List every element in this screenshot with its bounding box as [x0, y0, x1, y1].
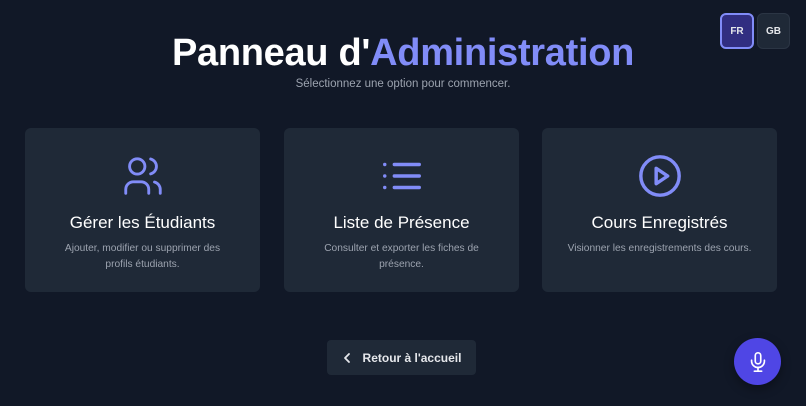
admin-panel-page: FR GB Panneau d'Administration Sélection…: [0, 0, 806, 406]
chevron-left-icon: [342, 352, 352, 364]
card-title: Liste de Présence: [333, 213, 470, 232]
page-title: Panneau d'Administration: [0, 32, 806, 75]
play-circle-icon: [637, 153, 683, 199]
card-attendance-list[interactable]: Liste de Présence Consulter et exporter …: [284, 128, 519, 292]
card-recorded-courses[interactable]: Cours Enregistrés Visionner les enregist…: [542, 128, 777, 292]
page-subtitle: Sélectionnez une option pour commencer.: [295, 78, 511, 90]
card-description: Visionner les enregistrements des cours.: [567, 243, 752, 254]
title-prefix: Panneau d': [171, 32, 371, 74]
title-accent: Administration: [370, 32, 635, 74]
card-description: Ajouter, modifier ou supprimer des profi…: [64, 243, 221, 270]
card-title: Cours Enregistrés: [591, 213, 728, 232]
card-title: Gérer les Étudiants: [69, 213, 216, 232]
card-description: Consulter et exporter les fiches de prés…: [324, 243, 479, 270]
microphone-icon: [747, 351, 769, 373]
list-icon: [379, 153, 425, 199]
back-to-home-button[interactable]: Retour à l'accueil: [327, 340, 476, 375]
microphone-button[interactable]: [734, 338, 781, 385]
users-icon: [120, 153, 166, 199]
card-manage-students[interactable]: Gérer les Étudiants Ajouter, modifier ou…: [25, 128, 260, 292]
back-button-label: Retour à l'accueil: [362, 350, 462, 365]
